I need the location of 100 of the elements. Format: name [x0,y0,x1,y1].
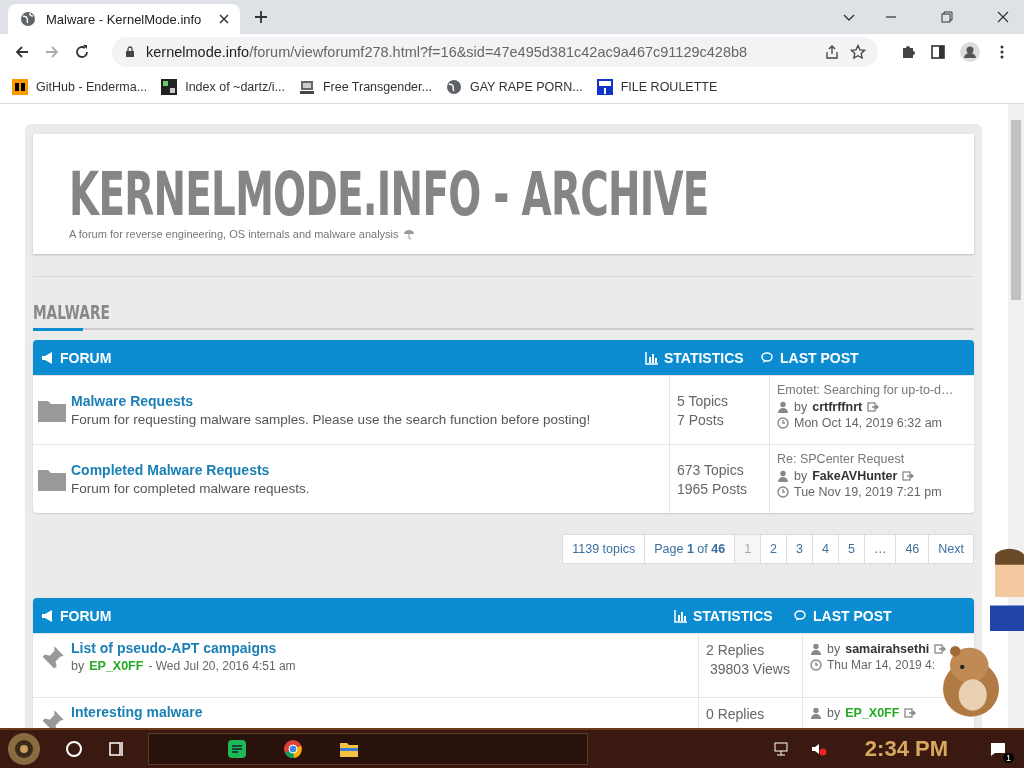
page-link[interactable]: 5 [837,534,865,564]
site-title[interactable]: KERNELMODE.INFO - ARCHIVE [69,164,717,224]
globe-icon [20,11,36,27]
plus-icon[interactable] [254,10,268,24]
globe-icon [445,78,462,95]
post-date: Thu Mar 14, 2019 4: [827,658,936,672]
gear-logo-icon[interactable] [6,731,42,767]
message-icon [990,741,1006,757]
restore-icon[interactable] [940,10,954,24]
folder-icon [38,467,66,491]
bar-chart-icon [674,608,688,623]
author-link[interactable]: FakeAVHunter [812,469,898,484]
megaphone-icon [41,350,55,365]
forum-link[interactable]: Malware Requests [71,393,591,409]
reload-icon[interactable] [74,44,90,60]
search-icon[interactable] [64,739,84,759]
puzzle-icon[interactable] [900,44,916,60]
close-icon[interactable] [996,10,1010,24]
topic-count: 673 Topics [677,461,745,478]
column-header: LAST POST [780,349,859,366]
page-link[interactable]: 46 [895,534,930,564]
profile-icon[interactable] [960,42,980,62]
tab-title: Malware - KernelMode.info [46,11,203,27]
author-link[interactable]: crtfrffnrt [812,400,863,415]
clock-icon [777,486,789,499]
by-label: by [827,642,841,656]
reply-count: 0 Replies [706,706,766,722]
goto-icon[interactable] [904,707,917,719]
post-date: Mon Oct 14, 2019 6:32 am [794,416,942,431]
view-count: 39803 Views [709,661,791,677]
bookmark[interactable]: Free Transgender... [298,78,432,95]
chrome-icon[interactable] [283,739,303,759]
browser-tab[interactable]: Malware - KernelMode.info [8,4,240,34]
author-link[interactable]: EP_X0FF [89,659,144,673]
grid-icon [161,78,178,95]
reply-count: 2 Replies [706,642,766,658]
lock-icon [124,46,136,58]
goto-icon[interactable] [902,470,915,483]
topic-link[interactable]: List of pseudo-APT campaigns [71,640,296,656]
bookmark[interactable]: Index of ~dartz/i... [161,78,285,95]
column-header: STATISTICS [664,349,744,366]
goto-icon[interactable] [934,643,947,655]
author-link[interactable]: samairahsethi [845,642,930,656]
task-view-icon[interactable] [106,739,126,759]
ph-logo-icon [12,78,28,95]
topic-count: 1139 topics [562,534,646,564]
column-header: FORUM [60,349,112,366]
umbrella-icon [402,228,415,240]
speech-bubbles-icon [761,350,775,365]
user-icon [777,401,789,414]
computer-icon [298,78,315,95]
site-tagline: A forum for reverse engineering, OS internals and malware analysis [69,228,399,240]
last-post-link[interactable]: Emotet: Searching for up-to-d… [777,382,967,399]
by-label: by [794,469,808,484]
address-bar[interactable]: kernelmode.info/forum/viewforumf278.html?f=16&sid=47e495d381c42ac9a467c91129c428b8 [112,37,878,67]
megaphone-icon [41,608,55,623]
file-favicon-icon [596,78,613,95]
forum-link[interactable]: Completed Malware Requests [71,462,310,478]
topic-count: 5 Topics [677,392,730,409]
by-label: by [827,706,841,720]
bookmark[interactable]: GAY RAPE PORN... [445,78,583,95]
bar-chart-icon [645,350,659,365]
by-label: by [794,400,808,415]
page-indicator: Page 1 of 46 [644,534,736,564]
clock-icon [810,659,822,671]
column-header: FORUM [60,607,112,624]
bookmark[interactable]: FILE ROULETTE [596,78,718,95]
page-link[interactable]: 2 [760,534,788,564]
author-link[interactable]: EP_X0FF [845,706,900,720]
folder-icon [38,398,66,422]
star-icon[interactable] [850,44,866,60]
post-date: Tue Nov 19, 2019 7:21 pm [794,485,942,500]
muted-speaker-icon[interactable] [810,741,827,757]
share-icon[interactable] [824,44,840,60]
user-icon [810,643,822,655]
last-post-link[interactable]: Re: SPCenter Request [777,451,967,468]
topic-link[interactable]: Interesting malware [71,704,203,720]
notes-app-icon[interactable] [227,739,247,759]
column-header: LAST POST [813,607,892,624]
user-icon [777,470,789,483]
side-panel-icon[interactable] [930,44,946,60]
by-label: by [71,659,85,673]
forum-description: Forum for requesting malware samples. Please use the search function before posting! [71,412,591,427]
goto-icon[interactable] [867,401,880,414]
back-arrow-icon[interactable] [14,44,30,60]
page-link[interactable]: 3 [786,534,813,564]
page-link[interactable]: Next [928,534,974,564]
close-icon[interactable] [218,13,230,25]
post-count: 1965 Posts [677,480,749,497]
speech-bubbles-icon [794,608,808,623]
bookmark[interactable]: GitHub - Enderma... [12,78,148,95]
user-icon [810,707,822,719]
clock-time[interactable]: 2:34 PM [864,736,948,762]
network-icon[interactable] [772,741,789,757]
post-count: 7 Posts [677,411,725,428]
page-link[interactable]: 4 [812,534,839,564]
forum-description: Forum for completed malware requests. [71,481,310,496]
column-header: STATISTICS [693,607,773,624]
post-date: - Wed Jul 20, 2016 4:51 am [148,659,296,673]
url-text: kernelmode.info/forum/viewforumf278.html?f=16&sid=47e495d381c42ac9a467c91129c428b8 [146,44,748,60]
